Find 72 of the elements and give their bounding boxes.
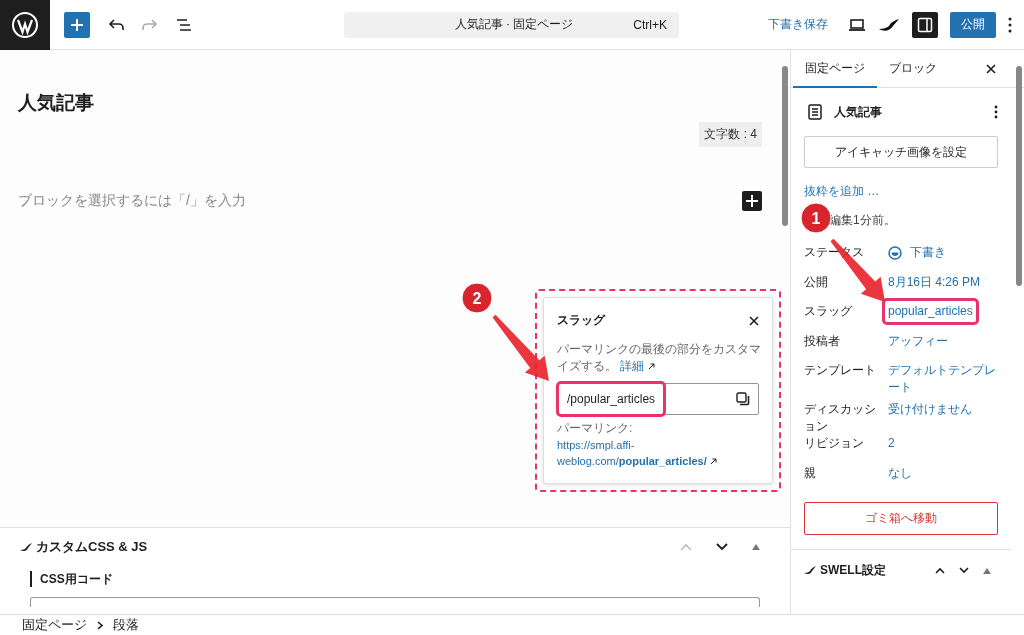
sidebar-tab[interactable]: 固定ページ [793, 50, 877, 88]
add-block-button[interactable] [742, 191, 762, 211]
publish-button[interactable]: 公開 [950, 11, 996, 38]
sidebar-tab[interactable]: ブロック [877, 50, 949, 88]
chevron-up-icon[interactable] [935, 567, 945, 574]
field-value-link[interactable]: 8月16日 4:26 PM [882, 268, 987, 296]
section-heading: CSS用コード [30, 571, 760, 587]
chevron-down-icon[interactable] [716, 543, 728, 551]
sidebar-toggle-button[interactable] [912, 11, 938, 38]
external-link-icon [647, 363, 655, 370]
collapse-triangle-icon[interactable] [983, 567, 991, 574]
logo-icon [12, 11, 38, 38]
post-title[interactable]: 人気記事 [18, 90, 762, 120]
set-featured-image-button[interactable]: アイキャッチ画像を設定 [804, 136, 998, 168]
save-draft-button[interactable]: 下書き保存 [768, 16, 828, 33]
laptop-icon[interactable] [848, 17, 866, 32]
field-value-link[interactable]: なし [882, 459, 918, 487]
field-label: テンプレート [804, 362, 877, 379]
permalink-label: パーマリンク: [557, 420, 634, 437]
swallow-icon [20, 542, 32, 552]
permalink-link[interactable]: https://smpl.affi-weblog.com/popular_articles/ [557, 437, 707, 469]
undo-icon[interactable] [108, 17, 124, 32]
swallow-icon [804, 566, 816, 575]
more-options-icon[interactable] [1008, 16, 1012, 33]
move-to-trash-button[interactable]: ゴミ箱へ移動 [804, 502, 998, 535]
chevron-right-icon [97, 620, 103, 630]
callout-badge: 2 [461, 282, 493, 314]
slug-input-field[interactable]: /popular_articles [557, 383, 759, 415]
plus-icon [70, 17, 84, 32]
field-label: スラッグ [804, 303, 853, 320]
field-value-link[interactable]: popular_articles [882, 298, 979, 325]
field-label: 親 [804, 464, 817, 482]
draft-status-icon [888, 246, 902, 260]
field-label: ディスカッション [804, 401, 877, 435]
keyboard-shortcut: Ctrl+K [633, 17, 667, 32]
document-title: 人気記事 · 固定ページ [454, 16, 574, 33]
plus-icon [746, 195, 758, 207]
field-label: リビジョン [804, 435, 865, 452]
callout-arrow [492, 314, 549, 381]
character-count: 文字数 : 4 [699, 122, 762, 147]
chevron-down-icon[interactable] [959, 567, 969, 574]
breadcrumb-item[interactable]: 段落 [113, 616, 139, 634]
page-icon [808, 104, 822, 120]
breadcrumb-item[interactable]: 固定ページ [22, 616, 87, 634]
copy-icon[interactable] [736, 392, 750, 406]
wordpress-logo[interactable] [0, 0, 50, 50]
swallow-icon[interactable] [878, 16, 900, 33]
panel-title: カスタムCSS & JS [36, 538, 148, 556]
external-link-icon [710, 458, 717, 465]
popover-title: スラッグ [557, 312, 605, 329]
callout-arrow [830, 238, 885, 302]
field-label: 公開 [804, 273, 829, 291]
sidebar-icon [917, 16, 933, 33]
collapse-triangle-icon[interactable] [752, 544, 760, 550]
field-value-link[interactable]: 2 [882, 430, 901, 457]
add-excerpt-link[interactable]: 抜粋を追加 … [804, 183, 880, 200]
code-textarea[interactable] [30, 597, 760, 607]
field-label: 投稿者 [804, 332, 841, 350]
list-view-icon[interactable] [176, 17, 192, 32]
command-bar[interactable]: 人気記事 · 固定ページ Ctrl+K [344, 11, 679, 38]
help-text: パーマリンクの最後の部分をカスタマイズする。 詳細 [557, 341, 762, 375]
field-value-link[interactable]: アッフィー [882, 327, 954, 355]
field-value-link[interactable]: 下書き [882, 239, 952, 266]
learn-more-link[interactable]: 詳細 [620, 359, 645, 373]
close-icon[interactable] [749, 315, 759, 326]
page-title: 人気記事 [834, 103, 883, 121]
block-placeholder[interactable]: ブロックを選択するには「/」を入力 [18, 192, 246, 210]
callout-badge: 1 [800, 202, 832, 234]
panel-title: SWELL設定 [820, 562, 886, 579]
slug-value: /popular_articles [556, 381, 667, 417]
close-icon[interactable] [986, 63, 996, 74]
more-options-icon[interactable] [994, 105, 998, 119]
